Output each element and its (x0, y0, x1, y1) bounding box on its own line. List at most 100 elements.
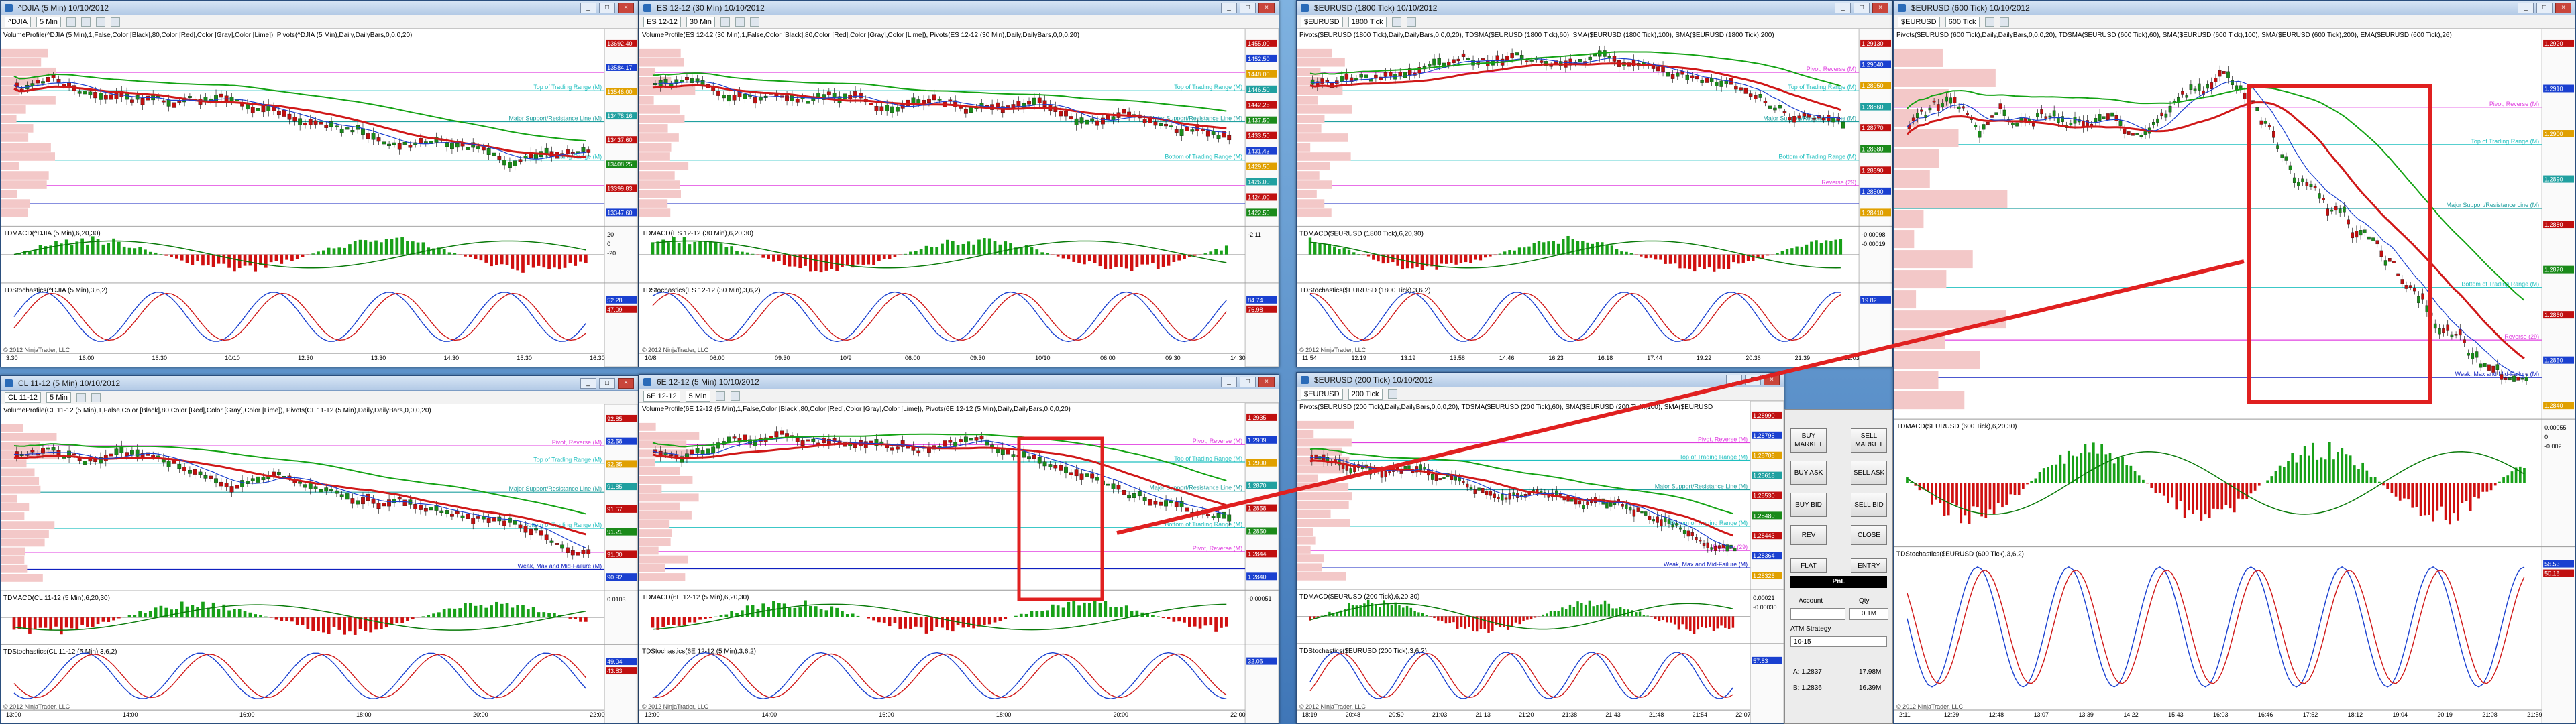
draw-icon[interactable] (1999, 17, 2009, 27)
window-titlebar[interactable]: $EURUSD (600 Tick) 10/10/2012 _ □ × (1894, 1, 2575, 15)
draw-icon[interactable] (1406, 17, 1416, 27)
window-titlebar[interactable]: ^DJIA (5 Min) 10/10/2012 _ □ × (1, 1, 638, 15)
minimize-button[interactable]: _ (580, 2, 596, 13)
close-button[interactable]: × (1258, 376, 1275, 387)
instrument-selector[interactable]: $EURUSD (1301, 16, 1343, 27)
instrument-selector[interactable]: CL 11-12 (5, 391, 42, 403)
chart-area[interactable]: Pivots($EURUSD (200 Tick),Daily,DailyBar… (1297, 401, 1784, 723)
chart-svg[interactable]: Pivots($EURUSD (600 Tick),Daily,DailyBar… (1894, 29, 2575, 723)
buy-bid-button[interactable]: BUY BID (1790, 493, 1827, 517)
interval-selector[interactable]: 5 Min (685, 390, 710, 402)
zoom-icon[interactable] (1391, 17, 1401, 27)
maximize-button[interactable]: □ (599, 2, 615, 13)
properties-icon[interactable] (110, 17, 120, 27)
window-titlebar[interactable]: ES 12-12 (30 Min) 10/10/2012 _ □ × (639, 1, 1279, 15)
draw-icon[interactable] (730, 391, 740, 401)
close-button[interactable]: × (2555, 2, 2571, 13)
instrument-selector[interactable]: ^DJIA (5, 16, 31, 27)
chart-window-eurusd-600[interactable]: $EURUSD (600 Tick) 10/10/2012 _ □ × $EURUS… (1893, 0, 2576, 724)
window-titlebar[interactable]: $EURUSD (1800 Tick) 10/10/2012 _ □ × (1297, 1, 1892, 15)
indicator-icon[interactable] (749, 17, 759, 27)
indicator-icon[interactable] (95, 17, 105, 27)
interval-selector[interactable]: 5 Min (36, 16, 61, 27)
chart-area[interactable]: VolumeProfile(CL 11-12 (5 Min),1,False,C… (1, 404, 638, 723)
chart-svg[interactable]: VolumeProfile(^DJIA (5 Min),1,False,Colo… (1, 29, 638, 367)
candle-body (1216, 513, 1221, 518)
entry-button[interactable]: ENTRY (1851, 558, 1887, 573)
chart-svg[interactable]: Pivots($EURUSD (1800 Tick),Daily,DailyBa… (1297, 29, 1892, 367)
instrument-selector[interactable]: 6E 12-12 (643, 390, 680, 402)
candle-body (721, 95, 726, 99)
volume-profile-bar (1297, 563, 1322, 572)
instrument-selector[interactable]: ES 12-12 (643, 16, 681, 27)
chart-window-cl[interactable]: CL 11-12 (5 Min) 10/10/2012 _ □ × CL 11-12… (0, 375, 639, 724)
chart-window-eurusd-200[interactable]: $EURUSD (200 Tick) 10/10/2012 _ □ × $EURUS… (1296, 372, 1784, 724)
minimize-button[interactable]: _ (1221, 2, 1237, 13)
chart-window-eurusd-1800[interactable]: $EURUSD (1800 Tick) 10/10/2012 _ □ × $EURU… (1296, 0, 1893, 367)
chart-svg[interactable]: VolumeProfile(6E 12-12 (5 Min),1,False,C… (639, 403, 1279, 723)
chart-svg[interactable]: VolumeProfile(CL 11-12 (5 Min),1,False,C… (1, 404, 638, 723)
interval-selector[interactable]: 5 Min (46, 391, 71, 403)
minimize-button[interactable]: _ (2518, 2, 2534, 13)
minimize-button[interactable]: _ (1726, 374, 1742, 385)
close-button[interactable]: × (618, 2, 634, 13)
atm-strategy-select[interactable]: 10-15 (1790, 636, 1887, 647)
buy-ask-button[interactable]: BUY ASK (1790, 461, 1827, 485)
maximize-button[interactable]: □ (1240, 2, 1256, 13)
account-select[interactable] (1790, 608, 1845, 620)
draw-icon[interactable] (91, 392, 101, 402)
zoom-icon[interactable] (76, 392, 86, 402)
time-tick-label: 09:30 (1165, 355, 1180, 361)
chart-area[interactable]: VolumeProfile(ES 12-12 (30 Min),1,False,… (639, 29, 1279, 367)
zoom-icon[interactable] (66, 17, 76, 27)
buy-market-button[interactable]: BUY MARKET (1790, 428, 1827, 452)
maximize-button[interactable]: □ (1854, 2, 1870, 13)
zoom-icon[interactable] (715, 391, 725, 401)
chart-area[interactable]: VolumeProfile(^DJIA (5 Min),1,False,Colo… (1, 29, 638, 367)
reverse-button[interactable]: REV (1790, 525, 1827, 545)
qty-input[interactable]: 0.1M (1849, 608, 1888, 620)
interval-selector[interactable]: 600 Tick (1945, 16, 1980, 27)
maximize-button[interactable]: □ (1240, 376, 1256, 387)
maximize-button[interactable]: □ (599, 377, 615, 389)
maximize-button[interactable]: □ (2536, 2, 2553, 13)
minimize-button[interactable]: _ (1835, 2, 1851, 13)
chart-window-es[interactable]: ES 12-12 (30 Min) 10/10/2012 _ □ × ES 12-1… (639, 0, 1279, 367)
zoom-icon[interactable] (720, 17, 730, 27)
volume-profile-bar (639, 493, 699, 502)
close-button[interactable]: × (1764, 374, 1780, 385)
window-titlebar[interactable]: 6E 12-12 (5 Min) 10/10/2012 _ □ × (639, 375, 1279, 389)
instrument-selector[interactable]: $EURUSD (1898, 16, 1940, 27)
interval-selector[interactable]: 1800 Tick (1348, 16, 1387, 27)
interval-selector[interactable]: 30 Min (686, 16, 715, 27)
close-position-button[interactable]: CLOSE (1851, 525, 1887, 545)
minimize-button[interactable]: _ (1221, 376, 1237, 387)
window-titlebar[interactable]: CL 11-12 (5 Min) 10/10/2012 _ □ × (1, 376, 638, 391)
close-button[interactable]: × (1872, 2, 1888, 13)
interval-selector[interactable]: 200 Tick (1348, 388, 1383, 400)
chart-window-6e[interactable]: 6E 12-12 (5 Min) 10/10/2012 _ □ × 6E 12-12… (639, 374, 1279, 724)
zoom-icon[interactable] (1984, 17, 1994, 27)
window-titlebar[interactable]: $EURUSD (200 Tick) 10/10/2012 _ □ × (1297, 373, 1784, 387)
chart-svg[interactable]: VolumeProfile(ES 12-12 (30 Min),1,False,… (639, 29, 1279, 367)
minimize-button[interactable]: _ (580, 377, 596, 389)
maximize-button[interactable]: □ (1745, 374, 1761, 385)
zoom-icon[interactable] (1387, 389, 1397, 399)
chart-area[interactable]: Pivots($EURUSD (600 Tick),Daily,DailyBar… (1894, 29, 2575, 723)
chart-svg[interactable]: Pivots($EURUSD (200 Tick),Daily,DailyBar… (1297, 401, 1784, 723)
close-button[interactable]: × (1258, 2, 1275, 13)
close-button[interactable]: × (618, 377, 634, 389)
sell-market-button[interactable]: SELL MARKET (1851, 428, 1887, 452)
candle-body (2520, 377, 2524, 380)
flat-button[interactable]: FLAT (1790, 558, 1827, 573)
chart-area[interactable]: VolumeProfile(6E 12-12 (5 Min),1,False,C… (639, 403, 1279, 723)
chart-area[interactable]: Pivots($EURUSD (1800 Tick),Daily,DailyBa… (1297, 29, 1892, 367)
chart-window-djia[interactable]: ^DJIA (5 Min) 10/10/2012 _ □ × ^DJIA 5 Min… (0, 0, 639, 367)
volume-profile-bar (1, 468, 35, 477)
sell-ask-button[interactable]: SELL ASK (1851, 461, 1887, 485)
draw-icon[interactable] (80, 17, 91, 27)
volume-profile-bar (639, 538, 671, 546)
sell-bid-button[interactable]: SELL BID (1851, 493, 1887, 517)
instrument-selector[interactable]: $EURUSD (1301, 388, 1343, 400)
draw-icon[interactable] (735, 17, 745, 27)
